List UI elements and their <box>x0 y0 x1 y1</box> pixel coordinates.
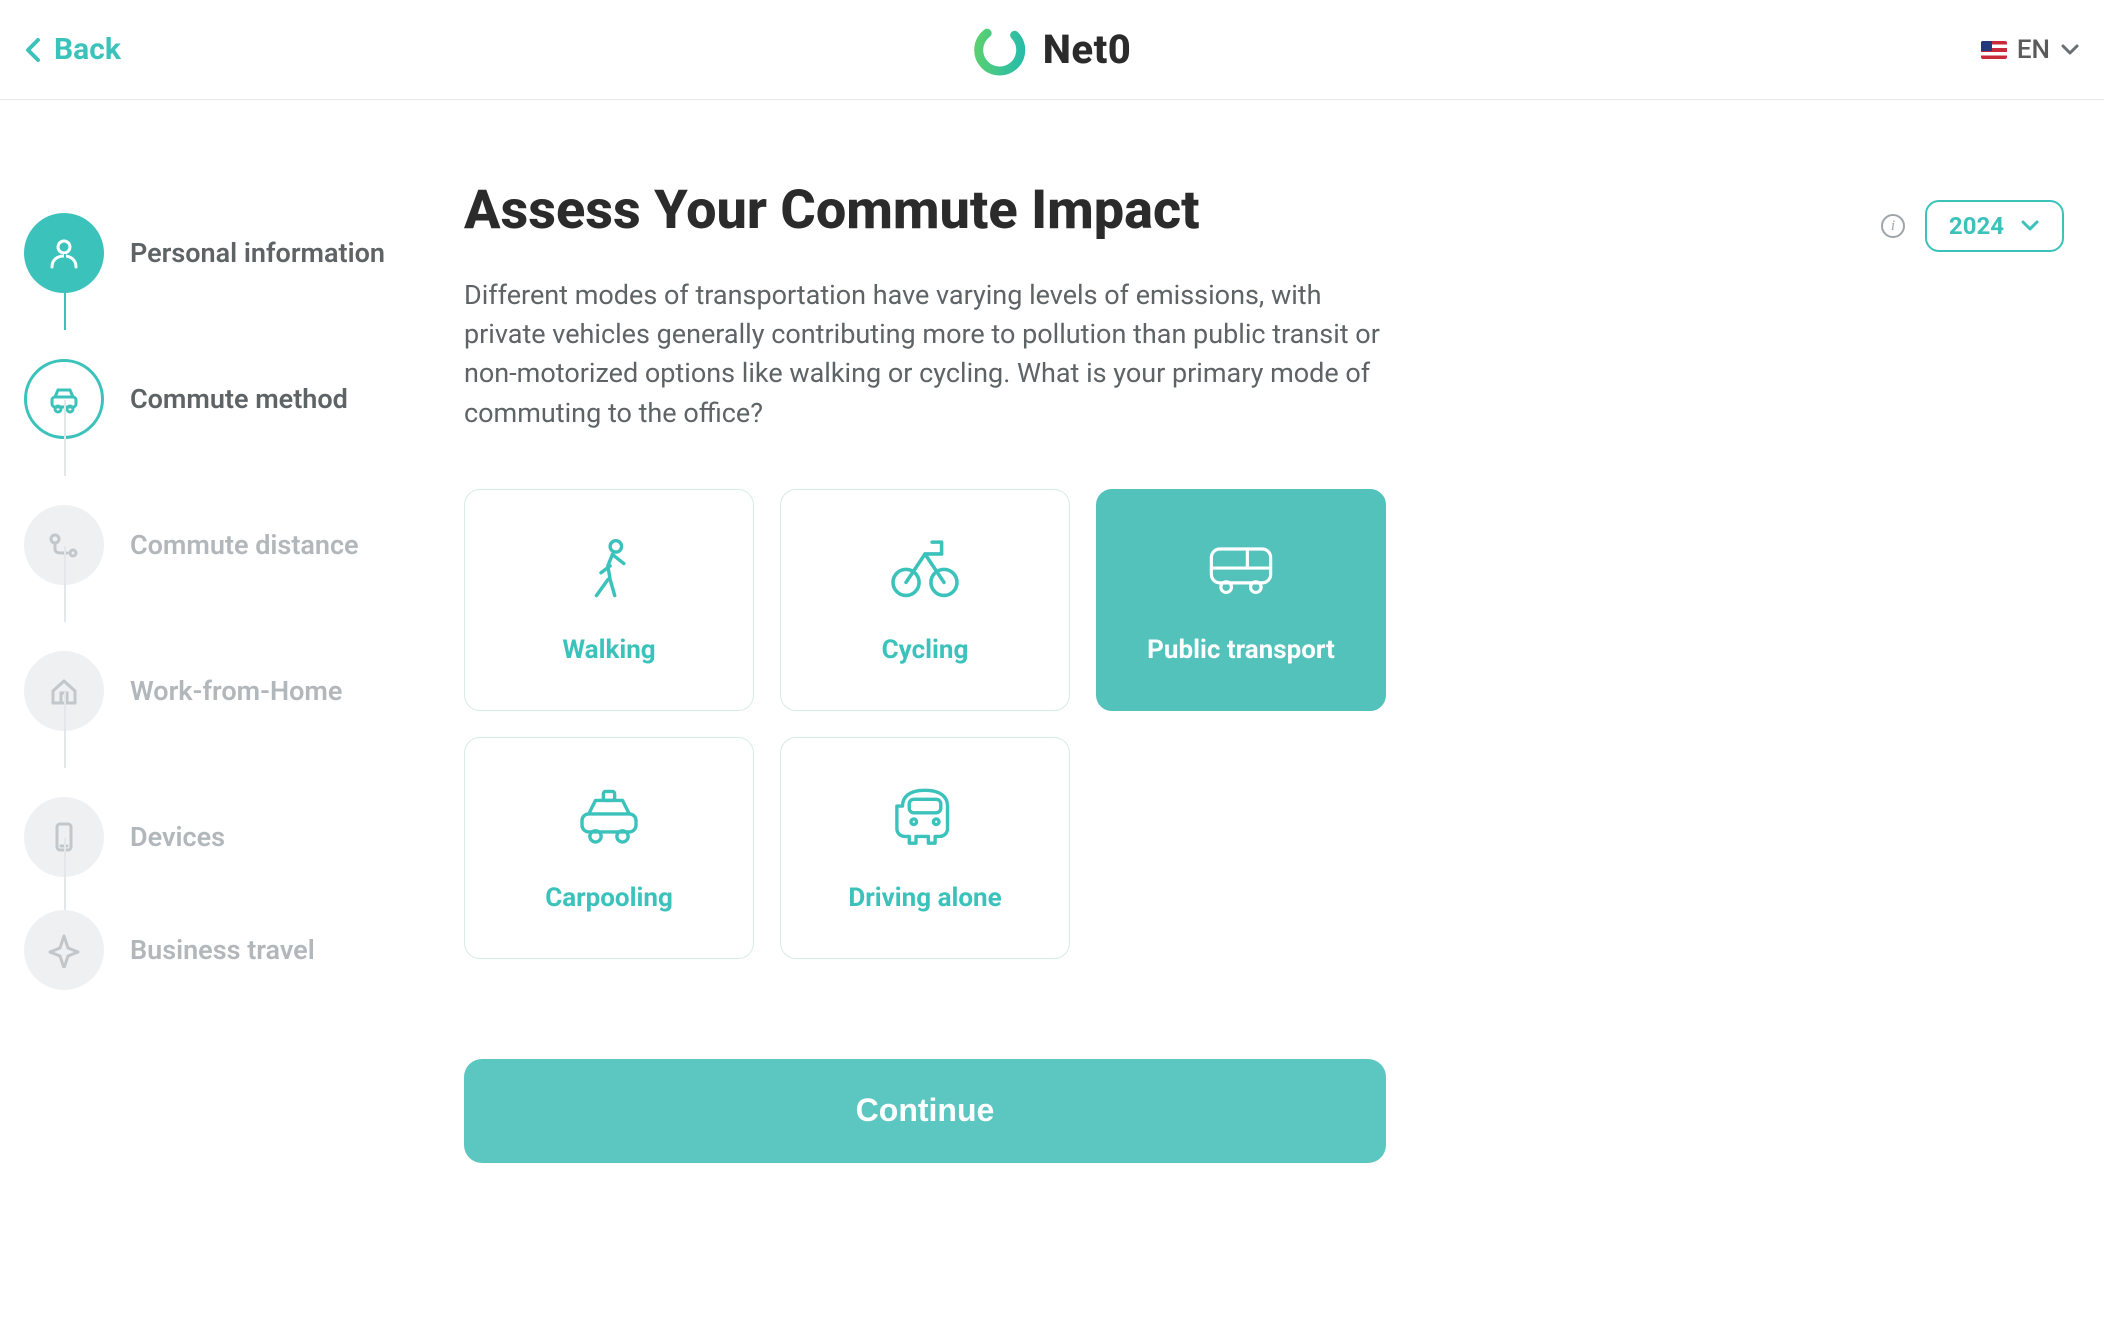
option-walk[interactable]: Walking <box>464 489 754 711</box>
option-bus[interactable]: Public transport <box>1096 489 1386 711</box>
step-label: Commute method <box>130 383 348 415</box>
chevron-down-icon <box>2060 43 2080 57</box>
page-description: Different modes of transportation have v… <box>464 276 1384 433</box>
step-circle <box>24 359 104 439</box>
step-label: Work-from-Home <box>130 675 342 707</box>
car-icon <box>46 381 82 417</box>
option-car-front[interactable]: Driving alone <box>780 737 1070 959</box>
option-label: Driving alone <box>848 883 1001 913</box>
step-label: Personal information <box>130 237 385 269</box>
route-icon <box>46 527 82 563</box>
taxi-icon <box>573 783 645 847</box>
step-label: Devices <box>130 821 225 853</box>
year-value: 2024 <box>1949 212 2004 240</box>
walk-icon <box>573 535 645 599</box>
page-body: Personal information Commute method Commut… <box>0 100 2104 1163</box>
option-label: Public transport <box>1147 635 1335 665</box>
bus-icon <box>1205 535 1277 599</box>
phone-icon <box>46 819 82 855</box>
option-bike[interactable]: Cycling <box>780 489 1070 711</box>
year-selector[interactable]: 2024 <box>1925 200 2064 252</box>
step-user[interactable]: Personal information <box>24 180 464 326</box>
car-front-icon <box>889 783 961 847</box>
step-home[interactable]: Work-from-Home <box>24 618 464 764</box>
progress-stepper: Personal information Commute method Commut… <box>24 180 464 1163</box>
back-label: Back <box>54 32 121 67</box>
language-code: EN <box>2017 35 2050 65</box>
step-plane[interactable]: Business travel <box>24 910 464 990</box>
chevron-left-icon <box>24 36 44 64</box>
option-label: Walking <box>562 635 655 665</box>
step-route[interactable]: Commute distance <box>24 472 464 618</box>
continue-button[interactable]: Continue <box>464 1059 1386 1163</box>
main-content: Assess Your Commute Impact Different mod… <box>464 180 1464 1163</box>
step-circle <box>24 797 104 877</box>
step-circle <box>24 651 104 731</box>
user-icon <box>46 235 82 271</box>
bike-icon <box>889 535 961 599</box>
app-header: Back Net0 EN <box>0 0 2104 100</box>
commute-options: Walking Cycling Public transport Carpooling… <box>464 489 1464 959</box>
step-phone[interactable]: Devices <box>24 764 464 910</box>
info-icon[interactable]: i <box>1881 214 1905 238</box>
step-car[interactable]: Commute method <box>24 326 464 472</box>
step-label: Commute distance <box>130 529 359 561</box>
us-flag-icon <box>1981 41 2007 59</box>
language-selector[interactable]: EN <box>1981 35 2080 65</box>
home-icon <box>46 673 82 709</box>
brand-name: Net0 <box>1043 26 1132 73</box>
option-taxi[interactable]: Carpooling <box>464 737 754 959</box>
page-title: Assess Your Commute Impact <box>464 180 1464 242</box>
option-label: Carpooling <box>545 883 673 913</box>
step-circle <box>24 910 104 990</box>
step-circle <box>24 213 104 293</box>
step-circle <box>24 505 104 585</box>
step-label: Business travel <box>130 934 315 966</box>
plane-icon <box>46 932 82 968</box>
brand-logo: Net0 <box>973 23 1132 77</box>
content-controls: i 2024 <box>1881 200 2064 252</box>
chevron-down-icon <box>2020 219 2040 233</box>
back-button[interactable]: Back <box>24 32 121 67</box>
option-label: Cycling <box>882 635 969 665</box>
net0-logo-icon <box>973 23 1027 77</box>
